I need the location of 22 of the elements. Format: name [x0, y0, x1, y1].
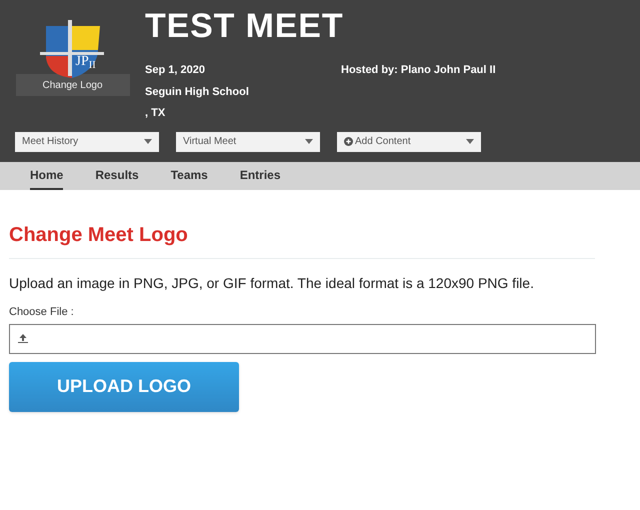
- upload-icon: [18, 334, 28, 343]
- plus-circle-icon: [344, 137, 353, 146]
- page-heading: Change Meet Logo: [9, 220, 595, 259]
- meet-location: , TX: [145, 106, 166, 121]
- dropdown-menu[interactable]: Meet History: [15, 132, 159, 152]
- description-text: Upload an image in PNG, JPG, or GIF format. The ideal format is a 120x90 PNG file.: [9, 274, 535, 293]
- change-logo-button[interactable]: Change Logo: [16, 74, 130, 96]
- caret-icon: [466, 139, 474, 144]
- meet-venue: Seguin High School: [145, 84, 250, 100]
- dropdown-menu[interactable]: Add Content: [337, 132, 481, 152]
- nav-tab[interactable]: Entries: [240, 162, 281, 190]
- file-input-field[interactable]: [9, 324, 596, 354]
- nav-tab[interactable]: Results: [95, 162, 139, 190]
- file-label: Choose File :: [9, 305, 75, 320]
- meet-title: TEST MEET: [145, 6, 344, 47]
- nav-tab[interactable]: Teams: [170, 162, 208, 190]
- caret-icon: [305, 139, 313, 144]
- dropdown-menu[interactable]: Virtual Meet: [176, 132, 320, 152]
- caret-icon: [144, 139, 152, 144]
- meet-date: Sep 1, 2020: [145, 63, 206, 78]
- meet-host: Hosted by: Plano John Paul II: [341, 63, 496, 78]
- nav-tab[interactable]: Home: [30, 162, 64, 190]
